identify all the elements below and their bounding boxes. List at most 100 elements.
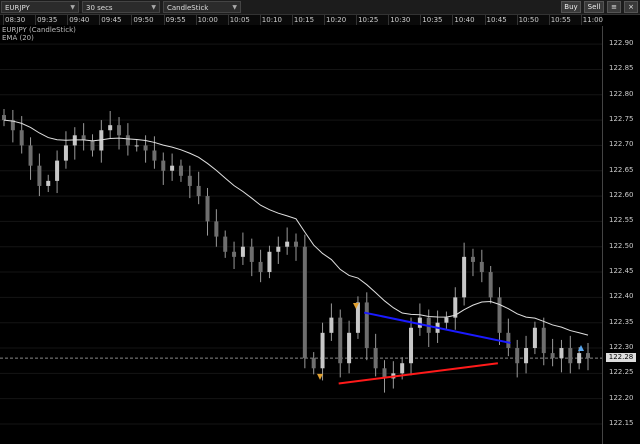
candle — [453, 287, 458, 330]
time-separator — [548, 15, 550, 25]
candle — [232, 241, 237, 270]
candle — [240, 232, 245, 265]
time-separator — [580, 15, 582, 25]
time-separator — [35, 15, 37, 25]
time-tick-label: 09:40 — [69, 16, 90, 24]
candle — [276, 236, 281, 264]
candle — [267, 245, 272, 279]
price-tick-label: 122.15 — [609, 419, 634, 427]
candle — [196, 171, 201, 205]
close-button[interactable]: × — [624, 1, 638, 13]
time-tick-label: 09:35 — [37, 16, 58, 24]
time-tick-label: 10:55 — [550, 16, 571, 24]
time-tick-label: 10:35 — [422, 16, 443, 24]
candle — [479, 249, 484, 283]
price-tick-label: 122.60 — [609, 191, 634, 200]
time-tick-label: 10:10 — [261, 16, 282, 24]
time-separator — [516, 15, 518, 25]
price-tick-label: 122.55 — [609, 216, 634, 225]
time-separator — [388, 15, 390, 25]
candle — [90, 134, 95, 157]
chevron-down-icon: ▼ — [232, 4, 237, 11]
candle — [143, 135, 148, 163]
candle — [81, 123, 86, 151]
candle — [506, 318, 511, 357]
time-separator — [324, 15, 325, 25]
candle — [19, 116, 24, 154]
price-tick-label: 122.50 — [609, 241, 634, 250]
interval-value: 30 secs — [86, 4, 113, 12]
time-tick-label: 10:30 — [390, 16, 411, 24]
time-separator — [484, 15, 486, 25]
time-tick-label: 10:45 — [486, 16, 507, 24]
chart-style-value: CandleStick — [167, 4, 209, 12]
candle — [205, 187, 210, 236]
candle — [37, 153, 42, 197]
candle — [586, 342, 590, 371]
time-tick-label: 10:15 — [293, 16, 315, 24]
candle — [72, 127, 77, 160]
interval-dropdown[interactable]: 30 secs ▼ — [82, 1, 160, 13]
candle — [329, 303, 334, 341]
time-tick-label: 10:00 — [197, 16, 218, 24]
more-button[interactable]: ≡ — [607, 1, 621, 13]
toolbar: EURJPY ▼ 30 secs ▼ CandleStick ▼ Buy Sel… — [0, 0, 640, 15]
candle — [258, 249, 263, 283]
sell-button[interactable]: Sell — [584, 1, 604, 13]
candle — [10, 109, 15, 143]
chevron-down-icon: ▼ — [70, 4, 75, 11]
menu-icon: ≡ — [611, 3, 617, 11]
candle — [559, 339, 564, 373]
price-tick-label: 122.90 — [609, 39, 634, 48]
candle — [391, 361, 396, 389]
chart-style-dropdown[interactable]: CandleStick ▼ — [163, 1, 241, 13]
candle — [355, 296, 360, 339]
candle — [409, 317, 414, 376]
time-tick-label: 10:05 — [229, 16, 250, 24]
time-tick-label: 09:45 — [101, 16, 122, 24]
price-tick-label: 122.75 — [609, 115, 634, 124]
time-tick-label: 10:50 — [518, 16, 539, 24]
candle — [2, 108, 6, 127]
candle — [28, 137, 33, 180]
candle — [515, 339, 520, 378]
candle — [532, 321, 537, 355]
candle — [302, 234, 307, 369]
close-icon: × — [628, 3, 634, 11]
candle — [152, 136, 157, 169]
buy-button[interactable]: Buy — [561, 1, 581, 13]
candle — [462, 242, 467, 306]
candle — [99, 120, 104, 163]
candle — [178, 159, 183, 182]
candle — [426, 309, 431, 348]
price-tick-label: 122.20 — [609, 393, 634, 402]
price-tick-label: 122.70 — [609, 140, 634, 149]
price-axis: 122.90 122.85 122.80 122.75 122.70 122.65 122.… — [602, 26, 640, 444]
candle — [550, 338, 555, 367]
candle — [46, 174, 51, 193]
candle — [497, 287, 502, 345]
candle — [108, 110, 113, 139]
price-chart[interactable] — [0, 26, 602, 444]
candle — [382, 360, 387, 393]
time-axis: 08:30 09:35 09:40 09:45 09:50 09:55 10:00 10:05… — [0, 15, 603, 25]
time-separator — [291, 15, 293, 25]
time-separator — [452, 15, 454, 25]
candle — [63, 131, 68, 169]
symbol-dropdown[interactable]: EURJPY ▼ — [1, 1, 79, 13]
candle — [170, 153, 175, 181]
price-tick-label: 122.45 — [609, 267, 634, 276]
time-tick-label: 08:30 — [5, 16, 26, 24]
symbol-value: EURJPY — [5, 4, 30, 12]
price-tick-label: 122.40 — [609, 292, 634, 301]
candle — [223, 230, 228, 258]
candle — [214, 209, 219, 247]
candle — [417, 303, 422, 336]
price-tick-label: 122.30 — [609, 343, 634, 352]
time-separator — [99, 15, 101, 25]
current-price-badge: 122.28 — [606, 353, 636, 363]
candle — [444, 311, 449, 329]
candle — [524, 335, 529, 374]
price-tick-label: 122.80 — [609, 89, 634, 98]
candle — [338, 309, 343, 378]
